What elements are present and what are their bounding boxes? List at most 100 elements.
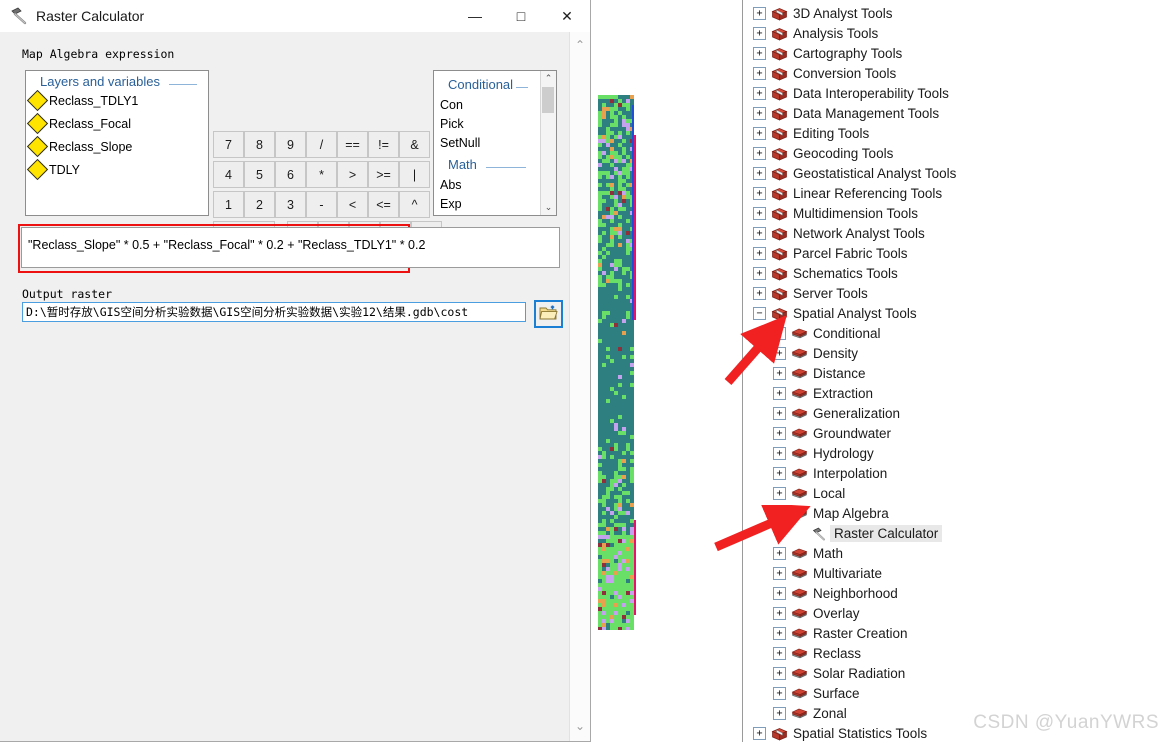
expand-plus-icon[interactable]: + [753,26,766,40]
function-item[interactable]: SetNull [440,136,480,150]
expand-plus-icon[interactable]: + [773,486,786,500]
keypad-button-minus[interactable]: - [306,191,337,218]
dialog-scrollbar[interactable]: ⌃ ⌄ [569,32,590,741]
functions-scroll-thumb[interactable] [542,87,554,113]
expand-plus-icon[interactable]: + [753,146,766,160]
layer-item[interactable]: Reclass_Slope [26,135,132,158]
tree-item-multivariate[interactable]: + Multivariate [745,563,882,583]
tree-item-distance[interactable]: + Distance [745,363,866,383]
tree-item-math[interactable]: + Math [745,543,843,563]
tree-item-map-algebra[interactable]: − Map Algebra [745,503,889,523]
keypad-button-6[interactable]: 6 [275,161,306,188]
tree-item-parcel-fabric-tools[interactable]: + Parcel Fabric Tools [745,243,908,263]
expand-plus-icon[interactable]: + [773,386,786,400]
layer-item[interactable]: TDLY [26,158,80,181]
expand-plus-icon[interactable]: + [773,586,786,600]
tree-item-conditional[interactable]: + Conditional [745,323,881,343]
tree-item-reclass[interactable]: + Reclass [745,643,861,663]
dialog-scroll-down-icon[interactable]: ⌄ [570,715,590,737]
tree-item-data-management-tools[interactable]: + Data Management Tools [745,103,939,123]
keypad-button-3[interactable]: 3 [275,191,306,218]
keypad-button-9[interactable]: 9 [275,131,306,158]
expand-plus-icon[interactable]: + [773,546,786,560]
expand-plus-icon[interactable]: + [773,326,786,340]
dialog-scroll-up-icon[interactable]: ⌃ [570,34,590,56]
tree-item-density[interactable]: + Density [745,343,858,363]
function-item[interactable]: Pick [440,117,464,131]
keypad-button-or[interactable]: | [399,161,430,188]
keypad-button-lteq[interactable]: <= [368,191,399,218]
tree-item-editing-tools[interactable]: + Editing Tools [745,123,869,143]
tree-item-spatial-statistics-tools[interactable]: + Spatial Statistics Tools [745,723,927,742]
tree-item-geocoding-tools[interactable]: + Geocoding Tools [745,143,893,163]
expand-plus-icon[interactable]: + [753,266,766,280]
keypad-button-1[interactable]: 1 [213,191,244,218]
expand-plus-icon[interactable]: + [773,666,786,680]
tree-item-spatial-analyst-tools[interactable]: − Spatial Analyst Tools [745,303,917,323]
tree-item-3d-analyst-tools[interactable]: +3D Analyst Tools [745,3,893,23]
tree-item-groundwater[interactable]: + Groundwater [745,423,891,443]
dialog-titlebar[interactable]: Raster Calculator — □ ✕ [0,0,590,33]
expand-plus-icon[interactable]: + [753,66,766,80]
tree-item-linear-referencing-tools[interactable]: + Linear Referencing Tools [745,183,942,203]
tree-item-schematics-tools[interactable]: + Schematics Tools [745,263,898,283]
tree-item-surface[interactable]: + Surface [745,683,860,703]
tree-item-geostatistical-analyst-tools[interactable]: + Geostatistical Analyst Tools [745,163,956,183]
functions-scroll-up-icon[interactable]: ⌃ [541,71,556,86]
tree-item-generalization[interactable]: + Generalization [745,403,900,423]
tree-item-zonal[interactable]: + Zonal [745,703,847,723]
keypad-button-divide[interactable]: / [306,131,337,158]
functions-list[interactable]: ⌃ ⌄ Conditional Con Pick SetNull Math Abs Exp [433,70,557,216]
expand-plus-icon[interactable]: + [773,566,786,580]
function-item[interactable]: Con [440,98,463,112]
tree-item-multidimension-tools[interactable]: + Multidimension Tools [745,203,918,223]
expand-plus-icon[interactable]: + [773,366,786,380]
expand-plus-icon[interactable]: + [773,686,786,700]
tree-item-neighborhood[interactable]: + Neighborhood [745,583,898,603]
expand-plus-icon[interactable]: + [753,246,766,260]
arctoolbox-tree[interactable]: +3D Analyst Tools + Analysis Tools + Cartogr… [745,0,1173,742]
tree-item-raster-calculator[interactable]: Raster Calculator [745,523,943,543]
minimize-button[interactable]: — [452,0,498,32]
expand-plus-icon[interactable]: + [753,126,766,140]
keypad-button-multiply[interactable]: * [306,161,337,188]
keypad-button-2[interactable]: 2 [244,191,275,218]
close-button[interactable]: ✕ [544,0,590,32]
expand-plus-icon[interactable]: + [753,166,766,180]
expand-plus-icon[interactable]: + [753,106,766,120]
tree-item-local[interactable]: + Local [745,483,845,503]
tree-item-solar-radiation[interactable]: + Solar Radiation [745,663,905,683]
tree-item-overlay[interactable]: + Overlay [745,603,860,623]
tree-item-conversion-tools[interactable]: + Conversion Tools [745,63,896,83]
expand-plus-icon[interactable]: + [773,626,786,640]
expand-plus-icon[interactable]: + [753,286,766,300]
expand-plus-icon[interactable]: + [753,6,766,20]
expand-plus-icon[interactable]: + [773,646,786,660]
keypad-button-and[interactable]: & [399,131,430,158]
tree-item-analysis-tools[interactable]: + Analysis Tools [745,23,878,43]
browse-output-button[interactable] [534,300,563,328]
output-raster-input[interactable]: D:\暂时存放\GIS空间分析实验数据\GIS空间分析实验数据\实验12\结果.… [22,302,526,322]
layer-item[interactable]: Reclass_Focal [26,112,131,135]
expand-plus-icon[interactable]: + [753,86,766,100]
keypad-button-lt[interactable]: < [337,191,368,218]
tree-item-cartography-tools[interactable]: + Cartography Tools [745,43,902,63]
tree-item-data-interoperability-tools[interactable]: + Data Interoperability Tools [745,83,949,103]
expand-plus-icon[interactable]: + [773,466,786,480]
keypad-button-7[interactable]: 7 [213,131,244,158]
keypad-button-gt[interactable]: > [337,161,368,188]
expand-plus-icon[interactable]: + [773,346,786,360]
expand-plus-icon[interactable]: + [753,206,766,220]
keypad-button-gteq[interactable]: >= [368,161,399,188]
tree-item-extraction[interactable]: + Extraction [745,383,873,403]
expand-plus-icon[interactable]: + [753,726,766,740]
keypad-button-eqeq[interactable]: == [337,131,368,158]
keypad-button-8[interactable]: 8 [244,131,275,158]
function-item[interactable]: Exp [440,197,462,211]
layer-item[interactable]: Reclass_TDLY1 [26,89,138,112]
tree-item-raster-creation[interactable]: + Raster Creation [745,623,908,643]
expand-plus-icon[interactable]: + [753,226,766,240]
keypad-button-noteq[interactable]: != [368,131,399,158]
tree-item-network-analyst-tools[interactable]: + Network Analyst Tools [745,223,925,243]
collapse-minus-icon[interactable]: − [773,506,786,520]
